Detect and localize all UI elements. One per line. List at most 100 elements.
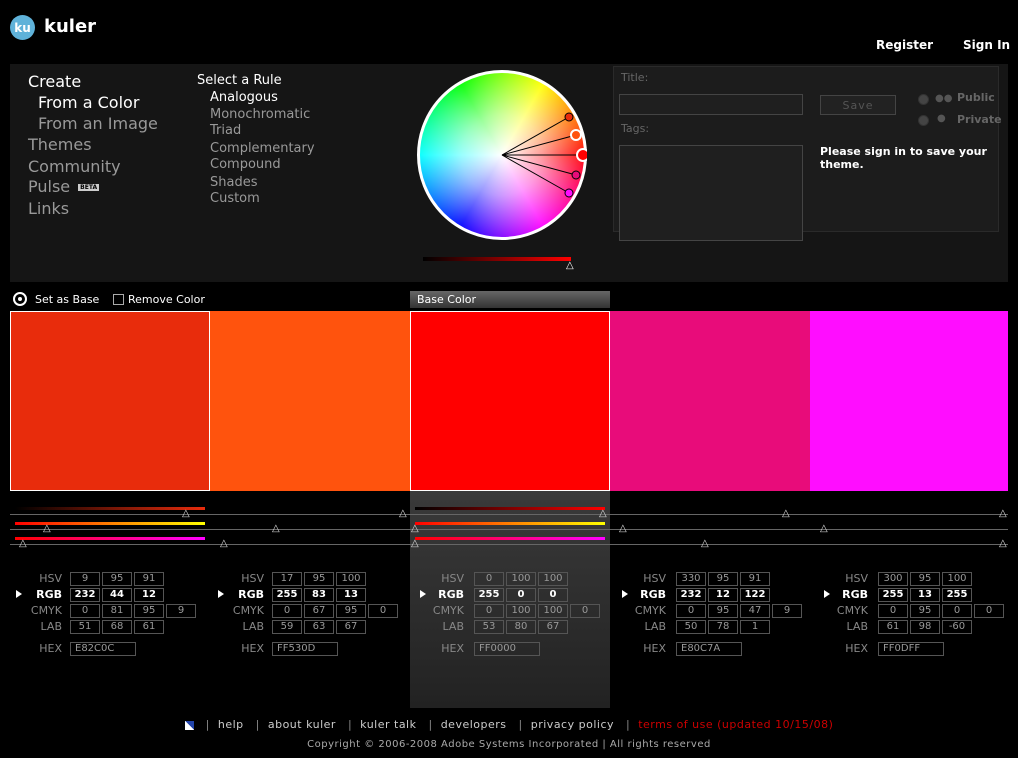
rule-complementary[interactable]: Complementary — [210, 141, 315, 156]
hsv-h[interactable]: 9 — [70, 572, 100, 586]
target-icon[interactable] — [13, 292, 27, 306]
swatch-4[interactable] — [610, 311, 810, 491]
nav-from-image[interactable]: From an Image — [38, 114, 158, 133]
cmyk-k[interactable]: 9 — [166, 604, 196, 618]
tags-textarea[interactable] — [619, 145, 803, 241]
hsv-v[interactable]: 100 — [942, 572, 972, 586]
footer-privacy[interactable]: privacy policy — [531, 718, 614, 731]
cmyk-m[interactable]: 95 — [910, 604, 940, 618]
title-input[interactable] — [619, 94, 803, 115]
cmyk-c[interactable]: 0 — [676, 604, 706, 618]
brightness-handle-icon[interactable]: △ — [566, 260, 574, 271]
rgb-g[interactable]: 83 — [304, 588, 334, 602]
cmyk-m[interactable]: 81 — [102, 604, 132, 618]
lab-l[interactable]: 50 — [676, 620, 706, 634]
hex-input[interactable]: E82C0C — [70, 642, 136, 656]
register-link[interactable]: Register — [876, 38, 933, 52]
slider-handle-icon[interactable]: △ — [272, 524, 280, 534]
slider-handle-icon[interactable]: △ — [999, 509, 1007, 519]
lab-a[interactable]: 80 — [506, 620, 536, 634]
rgb-b[interactable]: 0 — [538, 588, 568, 602]
hsv-h[interactable]: 330 — [676, 572, 706, 586]
cmyk-k[interactable]: 9 — [772, 604, 802, 618]
hex-input[interactable]: E80C7A — [676, 642, 742, 656]
rgb-g[interactable]: 44 — [102, 588, 132, 602]
public-radio[interactable] — [918, 94, 929, 105]
lab-b[interactable]: -60 — [942, 620, 972, 634]
cmyk-c[interactable]: 0 — [272, 604, 302, 618]
rgb-r[interactable]: 232 — [676, 588, 706, 602]
cmyk-m[interactable]: 67 — [304, 604, 334, 618]
rule-custom[interactable]: Custom — [210, 191, 260, 206]
hex-input[interactable]: FF0DFF — [878, 642, 944, 656]
rule-compound[interactable]: Compound — [210, 157, 281, 172]
footer-developers[interactable]: developers — [441, 718, 507, 731]
rgb-r[interactable]: 255 — [272, 588, 302, 602]
kuler-logo[interactable]: ku — [10, 15, 35, 40]
hsv-v[interactable]: 100 — [538, 572, 568, 586]
slider-handle-icon[interactable]: △ — [411, 539, 419, 549]
slider-handle-icon[interactable]: △ — [43, 524, 51, 534]
nav-links[interactable]: Links — [28, 199, 69, 218]
nav-community[interactable]: Community — [28, 157, 121, 176]
rgb-r[interactable]: 255 — [474, 588, 504, 602]
slider-handle-icon[interactable]: △ — [701, 539, 709, 549]
lab-l[interactable]: 51 — [70, 620, 100, 634]
swatch-1[interactable] — [10, 311, 210, 491]
footer-about[interactable]: about kuler — [268, 718, 336, 731]
lab-a[interactable]: 98 — [910, 620, 940, 634]
hsv-h[interactable]: 300 — [878, 572, 908, 586]
slider-handle-icon[interactable]: △ — [782, 509, 790, 519]
set-base-button[interactable]: Set as Base — [35, 293, 99, 306]
cmyk-y[interactable]: 47 — [740, 604, 770, 618]
nav-themes[interactable]: Themes — [28, 135, 92, 154]
rgb-g[interactable]: 12 — [708, 588, 738, 602]
remove-color-button[interactable]: Remove Color — [128, 293, 205, 306]
hsv-s[interactable]: 95 — [708, 572, 738, 586]
slider-handle-icon[interactable]: △ — [19, 539, 27, 549]
cmyk-m[interactable]: 100 — [506, 604, 536, 618]
cmyk-c[interactable]: 0 — [70, 604, 100, 618]
slider-handle-icon[interactable]: △ — [220, 539, 228, 549]
cmyk-y[interactable]: 100 — [538, 604, 568, 618]
rule-triad[interactable]: Triad — [210, 123, 241, 138]
lab-a[interactable]: 63 — [304, 620, 334, 634]
cmyk-y[interactable]: 0 — [942, 604, 972, 618]
nav-create[interactable]: Create — [28, 72, 81, 91]
lab-l[interactable]: 59 — [272, 620, 302, 634]
nav-from-color[interactable]: From a Color — [38, 93, 139, 112]
cmyk-y[interactable]: 95 — [336, 604, 366, 618]
slider-handle-icon[interactable]: △ — [411, 524, 419, 534]
adobe-icon[interactable] — [184, 720, 194, 730]
brightness-slider[interactable] — [423, 257, 571, 261]
lab-l[interactable]: 53 — [474, 620, 504, 634]
hsv-h[interactable]: 17 — [272, 572, 302, 586]
hsv-s[interactable]: 95 — [910, 572, 940, 586]
rgb-g[interactable]: 13 — [910, 588, 940, 602]
swatch-5[interactable] — [810, 311, 1008, 491]
private-radio[interactable] — [918, 115, 929, 126]
rgb-b[interactable]: 12 — [134, 588, 164, 602]
hsv-v[interactable]: 91 — [740, 572, 770, 586]
hsv-h[interactable]: 0 — [474, 572, 504, 586]
footer-help[interactable]: help — [218, 718, 244, 731]
signin-link[interactable]: Sign In — [963, 38, 1010, 52]
wheel-markers[interactable] — [417, 70, 587, 240]
hsv-v[interactable]: 91 — [134, 572, 164, 586]
cmyk-k[interactable]: 0 — [368, 604, 398, 618]
hsv-v[interactable]: 100 — [336, 572, 366, 586]
slider-handle-icon[interactable]: △ — [182, 509, 190, 519]
slider-handle-icon[interactable]: △ — [999, 539, 1007, 549]
color-wheel[interactable] — [417, 70, 587, 240]
lab-b[interactable]: 67 — [336, 620, 366, 634]
remove-color-icon[interactable] — [113, 294, 124, 305]
hex-input[interactable]: FF0000 — [474, 642, 540, 656]
save-button[interactable]: Save — [820, 95, 896, 115]
cmyk-m[interactable]: 95 — [708, 604, 738, 618]
rgb-g[interactable]: 0 — [506, 588, 536, 602]
hsv-s[interactable]: 100 — [506, 572, 536, 586]
slider-handle-icon[interactable]: △ — [619, 524, 627, 534]
swatch-3-base[interactable] — [410, 311, 610, 491]
rule-analogous[interactable]: Analogous — [210, 90, 278, 105]
swatch-2[interactable] — [210, 311, 410, 491]
